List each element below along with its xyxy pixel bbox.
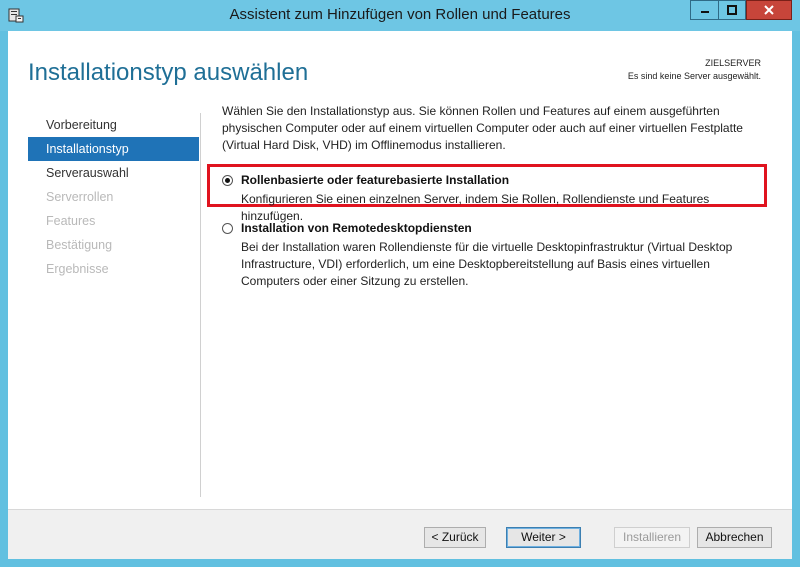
wizard-footer: < Zurück Weiter > Installieren Abbrechen [8, 510, 792, 559]
wizard-client-area: Installationstyp auswählen ZIELSERVER Es… [8, 31, 792, 559]
option-title: Installation von Remotedesktopdiensten [241, 221, 472, 235]
radio-unselected-icon[interactable] [222, 223, 233, 234]
nav-item-features: Features [46, 214, 96, 228]
back-button-label: < Zurück [431, 530, 479, 544]
nav-item-bestaetigung: Bestätigung [46, 238, 113, 252]
option-description: Bei der Installation waren Rollendienste… [241, 240, 733, 288]
nav-item-ergebnisse: Ergebnisse [46, 262, 109, 276]
next-button-label: Weiter > [521, 530, 566, 544]
cancel-button-label: Abbrechen [705, 530, 764, 544]
wizard-navigation: Vorbereitung Installationstyp Serverausw… [28, 113, 199, 281]
window-title: Assistent zum Hinzufügen von Rollen und … [229, 6, 571, 23]
target-server-label: ZIELSERVER [705, 58, 761, 68]
nav-item-serverauswahl[interactable]: Serverauswahl [28, 161, 199, 185]
cancel-button[interactable]: Abbrechen [697, 527, 772, 548]
maximize-button[interactable] [718, 0, 746, 20]
wizard-window: Assistent zum Hinzufügen von Rollen und … [0, 0, 800, 567]
back-button[interactable]: < Zurück [424, 527, 486, 548]
radio-selected-icon[interactable] [222, 175, 233, 186]
option-title: Rollenbasierte oder featurebasierte Inst… [241, 173, 510, 187]
close-button[interactable] [746, 0, 792, 20]
next-button[interactable]: Weiter > [506, 527, 581, 548]
nav-item-vorbereitung[interactable]: Vorbereitung [28, 113, 199, 137]
maximize-icon [727, 5, 737, 15]
minimize-button[interactable] [690, 0, 718, 20]
install-button: Installieren [614, 527, 690, 548]
nav-item-installationstyp[interactable]: Installationstyp [28, 137, 199, 161]
nav-item-serverrollen: Serverrollen [46, 190, 114, 204]
page-title: Installationstyp auswählen [28, 59, 309, 86]
install-button-label: Installieren [622, 530, 682, 544]
intro-text: Wählen Sie den Installationstyp aus. Sie… [222, 104, 743, 152]
option-description: Konfigurieren Sie einen einzelnen Server… [241, 192, 710, 223]
nav-divider [200, 113, 201, 497]
minimize-icon [700, 11, 709, 13]
target-server-message: Es sind keine Server ausgewählt. [627, 71, 761, 81]
title-bar[interactable]: Assistent zum Hinzufügen von Rollen und … [0, 0, 800, 31]
close-icon [764, 5, 774, 15]
